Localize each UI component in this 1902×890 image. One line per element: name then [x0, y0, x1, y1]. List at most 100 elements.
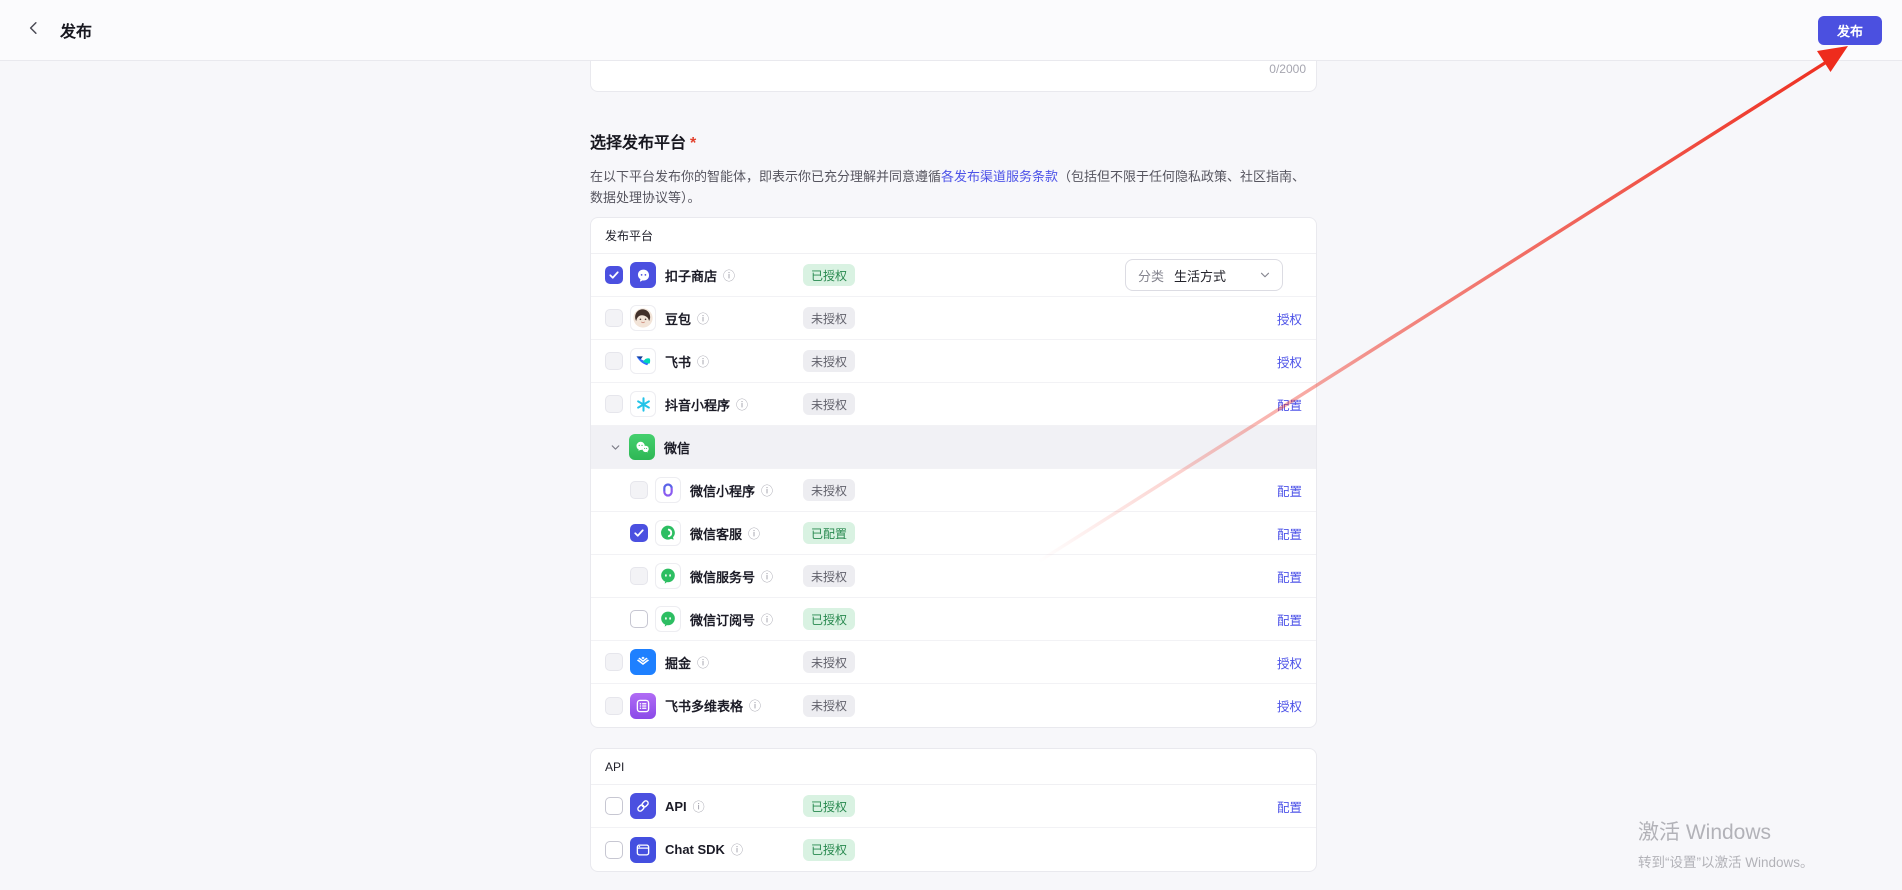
platform-name: 微信服务号 [690, 567, 755, 586]
wechat-miniapp-icon [655, 477, 681, 503]
description-text: 在以下平台发布你的智能体，即表示你已充分理解并同意遵循 [590, 169, 941, 184]
chevron-left-icon [25, 19, 43, 42]
status-badge: 已授权 [803, 608, 855, 630]
platform-name: 飞书 [665, 352, 691, 371]
platform-row-douyin-miniapp: 抖音小程序 ⓘ 未授权 配置 [591, 383, 1316, 426]
status-badge: 未授权 [803, 651, 855, 673]
checkbox-unchecked[interactable] [605, 841, 623, 859]
info-icon[interactable]: ⓘ [731, 841, 743, 858]
windows-watermark: 激活 Windows 转到“设置”以激活 Windows。 [1638, 816, 1814, 871]
status-badge: 未授权 [803, 565, 855, 587]
api-table-header: API [591, 749, 1316, 785]
platform-name: 掘金 [665, 653, 691, 672]
checkbox-disabled[interactable] [630, 481, 648, 499]
configure-link[interactable]: 配置 [1277, 524, 1302, 543]
publish-button[interactable]: 发布 [1818, 16, 1882, 45]
section-description: 在以下平台发布你的智能体，即表示你已充分理解并同意遵循各发布渠道服务条款（包括但… [590, 166, 1317, 208]
info-icon[interactable]: ⓘ [749, 697, 761, 714]
chevron-down-icon [1258, 268, 1272, 282]
chat-sdk-icon [630, 837, 656, 863]
checkbox-disabled[interactable] [605, 697, 623, 715]
checkbox-unchecked[interactable] [630, 610, 648, 628]
checkbox-disabled[interactable] [630, 567, 648, 585]
configure-link[interactable]: 配置 [1277, 610, 1302, 629]
watermark-subtitle: 转到“设置”以激活 Windows。 [1638, 851, 1814, 871]
platform-name: 抖音小程序 [665, 395, 730, 414]
platform-row-juejin: 掘金 ⓘ 未授权 授权 [591, 641, 1316, 684]
info-icon[interactable]: ⓘ [761, 611, 773, 628]
status-badge: 已授权 [803, 264, 855, 286]
status-badge: 未授权 [803, 307, 855, 329]
status-badge: 已授权 [803, 795, 855, 817]
terms-link[interactable]: 各发布渠道服务条款 [941, 169, 1058, 184]
platform-table: 发布平台 扣子商店 ⓘ 已授权 分类 生活方式 [590, 217, 1317, 728]
status-badge: 未授权 [803, 393, 855, 415]
checkbox-disabled[interactable] [605, 309, 623, 327]
publish-form: 0/2000 选择发布平台* 在以下平台发布你的智能体，即表示你已充分理解并同意… [590, 61, 1317, 872]
platform-name: 扣子商店 [665, 266, 717, 285]
section-title: 选择发布平台* [590, 129, 1317, 153]
platform-row-wechat-kefu: 微信客服 ⓘ 已配置 配置 [591, 512, 1316, 555]
description-textarea[interactable]: 0/2000 [590, 61, 1317, 92]
status-badge: 未授权 [803, 479, 855, 501]
wechat-subscription-icon [655, 606, 681, 632]
back-button[interactable] [20, 16, 48, 44]
info-icon[interactable]: ⓘ [693, 798, 705, 815]
checkbox-checked[interactable] [605, 266, 623, 284]
status-badge: 已配置 [803, 522, 855, 544]
authorize-link[interactable]: 授权 [1277, 352, 1302, 371]
status-badge: 未授权 [803, 350, 855, 372]
platform-name: Chat SDK [665, 842, 725, 857]
api-row-chat-sdk: Chat SDK ⓘ 已授权 [591, 828, 1316, 871]
info-icon[interactable]: ⓘ [736, 396, 748, 413]
category-select[interactable]: 分类 生活方式 [1125, 259, 1283, 291]
platform-name: API [665, 799, 687, 814]
configure-link[interactable]: 配置 [1277, 395, 1302, 414]
wechat-icon [629, 434, 655, 460]
platform-name: 微信订阅号 [690, 610, 755, 629]
authorize-link[interactable]: 授权 [1277, 696, 1302, 715]
page-title: 发布 [60, 18, 92, 42]
platform-name: 飞书多维表格 [665, 696, 743, 715]
info-icon[interactable]: ⓘ [697, 353, 709, 370]
platform-row-doubao: 豆包 ⓘ 未授权 授权 [591, 297, 1316, 340]
category-value: 生活方式 [1174, 266, 1226, 285]
juejin-icon [630, 649, 656, 675]
wechat-service-icon [655, 563, 681, 589]
info-icon[interactable]: ⓘ [748, 525, 760, 542]
platform-group-wechat[interactable]: 微信 [591, 426, 1316, 469]
platform-name: 微信客服 [690, 524, 742, 543]
feishu-bitable-icon [630, 693, 656, 719]
coze-store-icon [630, 262, 656, 288]
wechat-kefu-icon [655, 520, 681, 546]
status-badge: 已授权 [803, 839, 855, 861]
checkbox-checked[interactable] [630, 524, 648, 542]
info-icon[interactable]: ⓘ [697, 310, 709, 327]
category-label: 分类 [1138, 266, 1164, 285]
status-badge: 未授权 [803, 695, 855, 717]
feishu-icon [630, 348, 656, 374]
info-icon[interactable]: ⓘ [723, 267, 735, 284]
info-icon[interactable]: ⓘ [761, 568, 773, 585]
platform-row-feishu: 飞书 ⓘ 未授权 授权 [591, 340, 1316, 383]
section-title-text: 选择发布平台 [590, 135, 686, 152]
authorize-link[interactable]: 授权 [1277, 653, 1302, 672]
char-counter: 0/2000 [1269, 62, 1306, 76]
required-asterisk: * [690, 135, 696, 152]
configure-link[interactable]: 配置 [1277, 797, 1302, 816]
configure-link[interactable]: 配置 [1277, 567, 1302, 586]
chevron-down-icon[interactable] [605, 441, 625, 454]
platform-table-header: 发布平台 [591, 218, 1316, 254]
checkbox-disabled[interactable] [605, 352, 623, 370]
checkbox-disabled[interactable] [605, 395, 623, 413]
platform-name: 微信小程序 [690, 481, 755, 500]
info-icon[interactable]: ⓘ [761, 482, 773, 499]
configure-link[interactable]: 配置 [1277, 481, 1302, 500]
checkbox-unchecked[interactable] [605, 797, 623, 815]
info-icon[interactable]: ⓘ [697, 654, 709, 671]
checkbox-disabled[interactable] [605, 653, 623, 671]
authorize-link[interactable]: 授权 [1277, 309, 1302, 328]
top-bar: 发布 发布 [0, 0, 1902, 61]
api-table: API API ⓘ 已授权 配置 Chat SDK ⓘ [590, 748, 1317, 872]
platform-name: 豆包 [665, 309, 691, 328]
